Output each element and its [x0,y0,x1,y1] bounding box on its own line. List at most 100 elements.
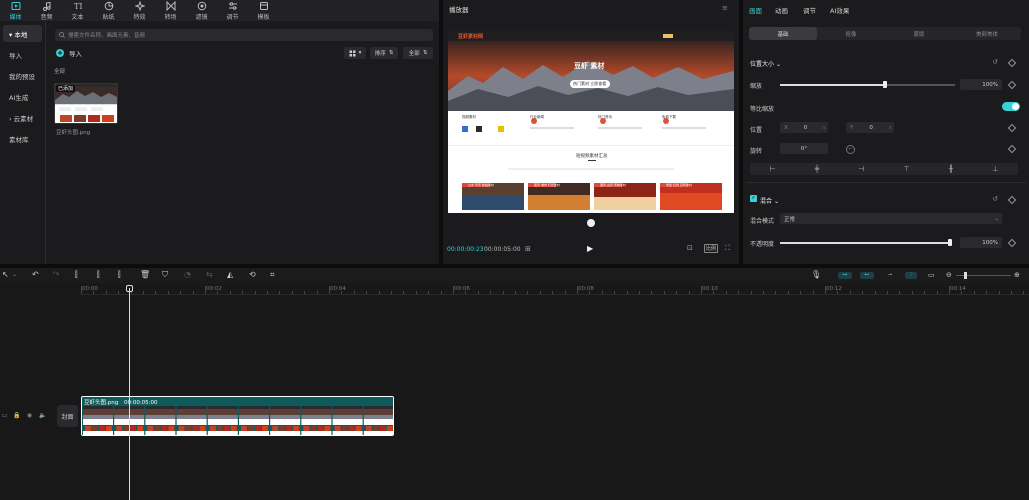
sort-button[interactable]: 排序 ⇅ [370,47,398,59]
eye-icon[interactable]: ◉ [26,412,33,419]
subtab-beauty[interactable]: 美颜美体 [953,27,1021,40]
crop-icon[interactable]: ⌗ [270,270,275,280]
record-icon[interactable] [587,219,595,227]
tab-animation[interactable]: 动画 [775,5,788,15]
position-y-field[interactable]: Y 0 ⇳ [846,122,894,133]
tab-adjust[interactable]: 调节 [217,0,248,21]
clip-frame [207,406,238,435]
ruler-tick [316,291,318,294]
rotate-dial-icon[interactable]: ⌐ [846,145,855,154]
zoom-slider[interactable] [956,272,1011,279]
view-grid-button[interactable]: ▾ [344,47,366,59]
reset-icon[interactable]: ↺ [991,58,999,66]
audio-mute-icon[interactable]: 🔈 [39,412,46,419]
import-button[interactable]: + 导入 [56,47,82,59]
blend-checkbox[interactable]: ✓ [750,195,757,202]
ruler-tick [763,291,764,294]
zoom-slider-handle[interactable] [964,272,967,279]
opacity-slider-handle[interactable] [948,239,952,246]
tab-ai-effects[interactable]: AI效果 [830,5,849,15]
tab-transition[interactable]: 转场 [155,0,186,21]
stepper-icon[interactable]: ⇳ [823,125,826,130]
split-icon[interactable]: ⫿ [75,270,78,280]
thumbnail-filename: 豆虾头图.png [56,130,91,136]
sidebar-item-presets[interactable]: 我的预设 [3,67,42,84]
subtab-basic[interactable]: 基础 [749,27,817,40]
sidebar-item-ai[interactable]: AI生成 [3,88,42,105]
opacity-slider[interactable] [780,239,952,246]
align-right-icon[interactable]: ⊣ [858,165,864,173]
chevron-down-icon[interactable]: ⌄ [12,271,17,278]
sidebar-item-cloud[interactable]: › 云素材 [3,109,42,126]
zoom-out-icon[interactable]: ⊖ [946,271,952,279]
magnet-icon[interactable]: ⊷ [860,272,874,279]
track-lock-icon[interactable]: ▭ [1,412,8,419]
undo-icon[interactable]: ↶ [32,270,39,279]
shield-icon[interactable]: ⛉ [162,270,168,280]
tab-audio[interactable]: 音频 [31,0,62,21]
lock-icon[interactable]: 🔒 [13,412,20,419]
uniform-scale-toggle[interactable] [1002,102,1020,111]
microphone-icon[interactable]: 🎙 [811,270,821,279]
align-center-h-icon[interactable]: ╪ [815,165,819,173]
delete-icon[interactable]: 🗑 [140,270,150,279]
zoom-in-icon[interactable]: ⊕ [1014,271,1020,279]
opacity-value-field[interactable]: 100% [960,237,1002,248]
rotate-field[interactable]: 0° [780,143,828,154]
fit-icon[interactable]: ⊡ [687,244,693,252]
tab-template[interactable]: 模板 [248,0,279,21]
menu-icon[interactable]: ≡ [722,4,728,12]
ruler-tick [378,291,380,294]
select-tool-icon[interactable]: ↖ [2,270,9,279]
timeline-area[interactable] [0,283,1029,500]
tab-filter[interactable]: 滤镜 [186,0,217,21]
scale-slider-handle[interactable] [883,81,887,88]
filter-button[interactable]: 全部 ⇅ [403,47,433,59]
fullscreen-icon[interactable]: ⛶ [725,244,730,253]
freeze-icon[interactable]: ◔ [184,270,191,279]
timeline-view-icon[interactable]: ⊞ [525,245,531,253]
position-x-field[interactable]: X 0 ⇳ [780,122,828,133]
align-center-v-icon[interactable]: ╫ [949,165,953,173]
split-left-icon[interactable]: ⫿ [97,270,100,280]
subtab-cutout[interactable]: 抠像 [817,27,885,40]
ruler-tick [800,291,802,294]
link-icon[interactable]: ⊸ [883,272,897,279]
redo-icon[interactable]: ↷ [53,270,60,279]
align-bottom-icon[interactable]: ⊥ [992,165,998,173]
reverse-icon[interactable]: ⇆ [206,270,213,279]
media-icon [11,2,20,10]
rotate-icon[interactable]: ⟲ [249,270,256,279]
align-left-icon[interactable]: ⊢ [770,165,776,173]
subtab-mask[interactable]: 蒙版 [885,27,953,40]
scale-slider[interactable] [780,81,955,88]
search-input[interactable]: 搜索文件名称、画面元素、音频 [55,29,433,41]
top-toolbar: 媒体 音频 TI 文本 贴纸 特效 转场 滤镜 调节 模板 [0,0,439,21]
tab-sticker[interactable]: 贴纸 [93,0,124,21]
tab-media[interactable]: 媒体 [0,0,31,21]
preview-axis-icon[interactable]: ⫶ [905,272,917,279]
tab-image[interactable]: 画面 [749,5,762,15]
sidebar-item-library[interactable]: 素材库 [3,130,42,147]
chevron-down-icon: ⌄ [994,215,999,222]
mirror-icon[interactable]: ◭ [227,270,233,279]
scale-value-field[interactable]: 100% [960,79,1002,90]
play-button[interactable]: ▶ [587,244,593,253]
ratio-button[interactable]: 比例 [704,244,718,253]
caption-icon[interactable]: ▭ [928,271,935,279]
cover-button[interactable]: 封面 [57,405,78,427]
sidebar-item-local[interactable]: ▾ 本地 [3,25,42,42]
sidebar-item-import[interactable]: 导入 [3,46,42,63]
ruler-tick [539,291,541,294]
tab-effects[interactable]: 特效 [124,0,155,21]
blend-mode-select[interactable]: 正常 ⌄ [780,213,1002,224]
tab-text[interactable]: TI 文本 [62,0,93,21]
tab-adjust[interactable]: 调节 [803,5,816,15]
split-right-icon[interactable]: ⫿ [118,270,121,280]
align-top-icon[interactable]: ⊤ [904,165,910,173]
stepper-icon[interactable]: ⇳ [889,125,892,130]
blend-mode-value: 正常 [784,216,796,223]
link-main-track-icon[interactable]: ⊶ [838,272,852,279]
reset-icon[interactable]: ↺ [991,195,999,203]
playhead[interactable] [129,288,130,500]
